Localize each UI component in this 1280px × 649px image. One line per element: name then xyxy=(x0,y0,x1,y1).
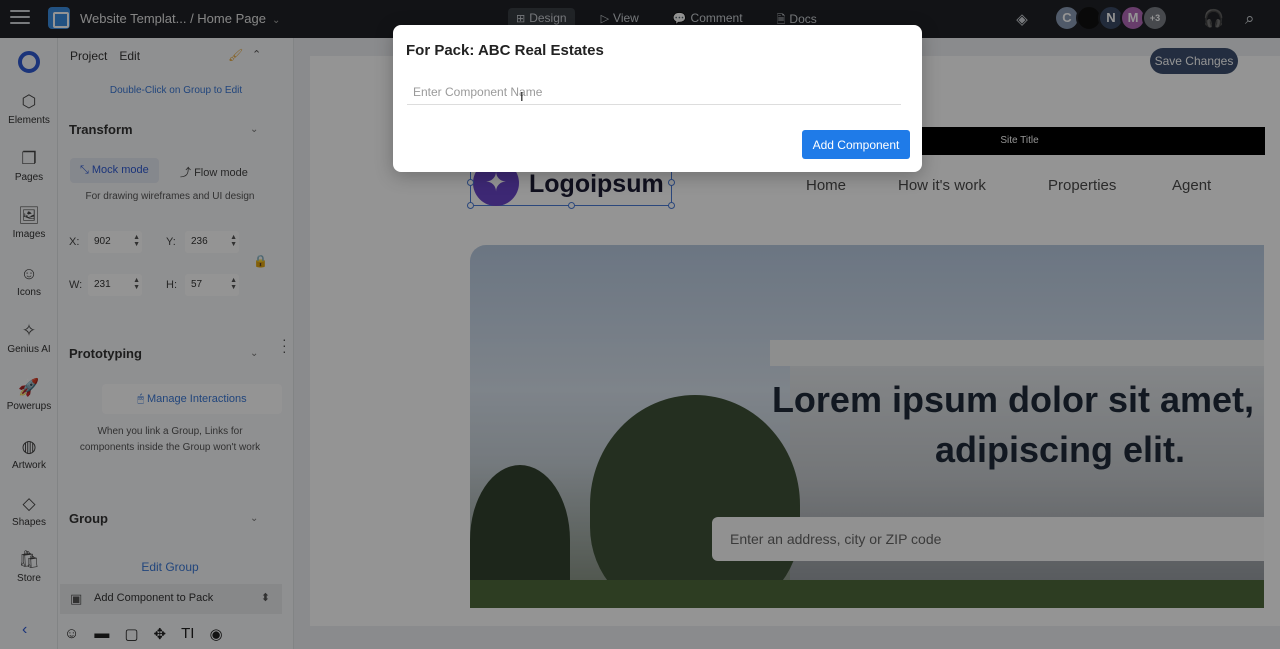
text-cursor-icon: I xyxy=(520,89,524,104)
component-name-input[interactable] xyxy=(407,80,901,105)
add-component-button[interactable]: Add Component xyxy=(802,130,910,159)
dialog-title: For Pack: ABC Real Estates xyxy=(406,42,604,59)
add-component-dialog: For Pack: ABC Real Estates I Add Compone… xyxy=(393,25,922,172)
